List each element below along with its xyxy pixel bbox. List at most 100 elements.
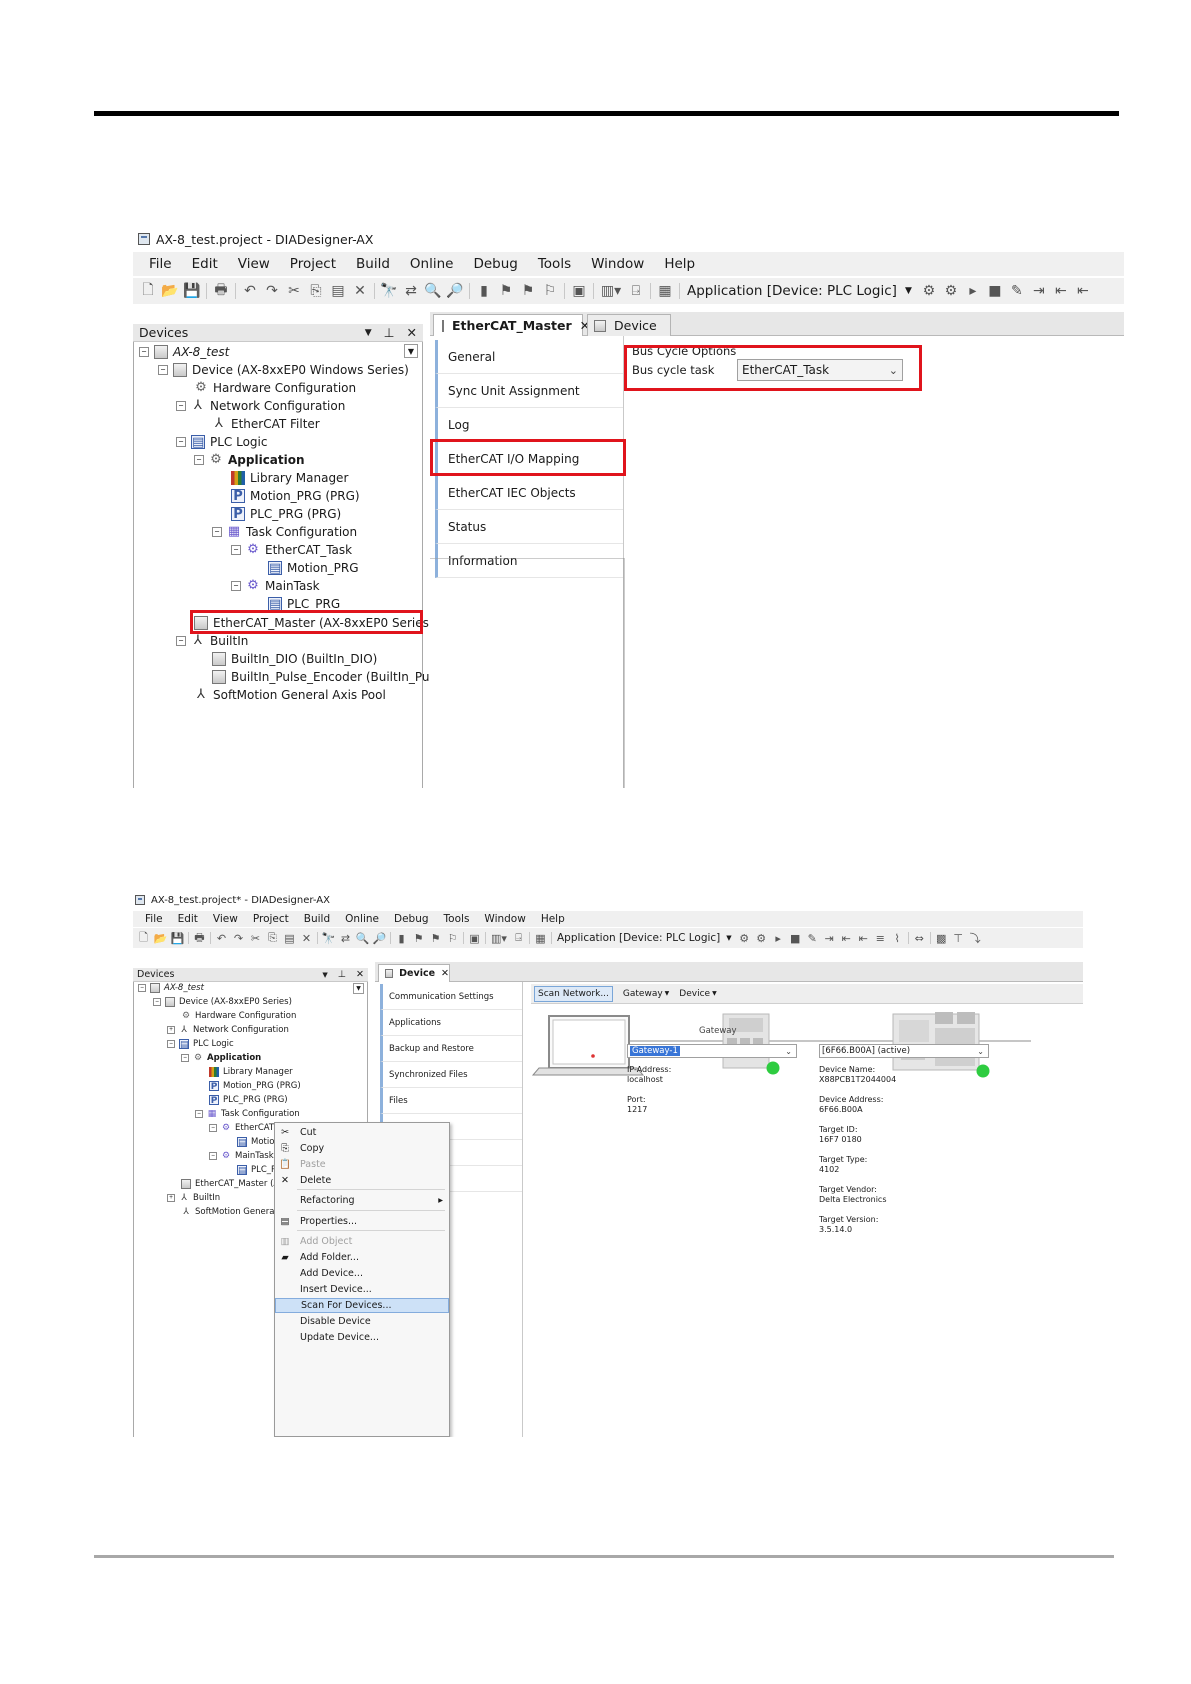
menu-build[interactable]: Build <box>304 913 330 925</box>
force-icon[interactable]: ⤵ <box>967 930 984 946</box>
export-icon[interactable]: ⍈ <box>625 283 647 299</box>
pane-menu-icon[interactable]: ▼ <box>322 971 327 979</box>
pane-menu-icon[interactable]: ▼ <box>365 328 372 338</box>
stop-icon[interactable]: ■ <box>984 283 1006 299</box>
find-icon[interactable]: 🔭 <box>378 283 400 299</box>
tree-scroll-dropdown-icon[interactable]: ▼ <box>353 983 364 994</box>
menu-view[interactable]: View <box>213 913 238 925</box>
reset-icon[interactable]: ✎ <box>1006 283 1028 299</box>
tree-item[interactable]: − ▦ Task Configuration <box>212 524 357 540</box>
tab-device[interactable]: Device <box>587 314 671 336</box>
tab-ethercat-master[interactable]: EtherCAT_Master ✕ <box>433 314 590 336</box>
tree-item[interactable]: − ⚙ MainTask <box>231 578 320 594</box>
delete-icon[interactable]: ✕ <box>298 932 315 945</box>
tree-item[interactable]: − ▦ Task Configuration <box>195 1108 300 1120</box>
undo-icon[interactable]: ↶ <box>213 932 230 945</box>
tree-item[interactable]: − AX-8_test <box>139 344 229 360</box>
collapse-icon[interactable]: − <box>176 401 186 411</box>
collapse-icon[interactable]: − <box>231 581 241 591</box>
close-icon[interactable]: ✕ <box>407 325 417 340</box>
layout-dropdown-icon[interactable]: ▥▾ <box>597 283 625 299</box>
menu-view[interactable]: View <box>238 256 270 272</box>
scan-network-button[interactable]: Scan Network... <box>534 985 613 1002</box>
menu-file[interactable]: File <box>149 256 172 272</box>
find-prev-icon[interactable]: 🔎 <box>371 932 388 945</box>
step-into-icon[interactable]: ⇤ <box>838 932 855 945</box>
find-next-icon[interactable]: 🔍 <box>354 932 371 945</box>
start-icon[interactable]: ▸ <box>770 932 787 945</box>
save-icon[interactable]: 💾 <box>181 283 203 299</box>
flow-icon[interactable]: ⇔ <box>911 932 928 945</box>
menu-debug[interactable]: Debug <box>394 913 429 925</box>
bookmark-icon[interactable]: ▮ <box>393 932 410 945</box>
expand-icon[interactable]: + <box>167 1026 175 1034</box>
tree-item[interactable]: ⚙ Hardware Configuration <box>181 1010 296 1022</box>
context-menu-item[interactable]: ✕ Delete <box>275 1173 449 1188</box>
tab-close-icon[interactable]: ✕ <box>441 968 449 979</box>
logout-icon[interactable]: ⚙ <box>753 932 770 945</box>
active-application-combo[interactable]: Application [Device: PLC Logic] ▼ <box>687 283 912 299</box>
tree-item[interactable]: − ▤ PLC Logic <box>167 1038 234 1050</box>
pin-icon[interactable]: ⊥ <box>338 969 346 980</box>
bookmark-clear-icon[interactable]: ⚐ <box>539 283 561 299</box>
tree-item[interactable]: − ⅄ Network Configuration <box>176 398 345 414</box>
compile-icon[interactable]: ▣ <box>466 932 483 945</box>
collapse-icon[interactable]: − <box>209 1124 217 1132</box>
monitor-icon[interactable]: ▩ <box>933 932 950 945</box>
print-icon[interactable]: 🖶 <box>191 929 208 948</box>
menu-window[interactable]: Window <box>591 256 644 272</box>
new-icon[interactable]: 🗋 <box>135 929 152 948</box>
step-out-icon[interactable]: ⇤ <box>1072 283 1094 299</box>
menu-file[interactable]: File <box>145 913 163 925</box>
context-menu-item[interactable]: ✂ Cut <box>275 1125 449 1140</box>
paste-icon[interactable]: ▤ <box>281 932 298 945</box>
layout-dropdown-icon[interactable]: ▥▾ <box>488 932 510 945</box>
find-icon[interactable]: 🔭 <box>320 932 337 945</box>
bookmark-prev-icon[interactable]: ⚑ <box>427 932 444 945</box>
nav-item[interactable]: Log <box>435 408 623 442</box>
export-icon[interactable]: ⍈ <box>510 931 527 945</box>
menu-edit[interactable]: Edit <box>192 256 218 272</box>
collapse-icon[interactable]: − <box>139 347 149 357</box>
menu-edit[interactable]: Edit <box>178 913 198 925</box>
step-over-icon[interactable]: ⇥ <box>1028 283 1050 299</box>
calendar-icon[interactable]: ▦ <box>532 932 549 945</box>
bookmark-next-icon[interactable]: ⚑ <box>410 932 427 945</box>
collapse-icon[interactable]: − <box>194 455 204 465</box>
device-select[interactable]: [6F66.B00A] (active) ⌄ <box>819 1044 989 1058</box>
tree-item[interactable]: + ⅄ BuiltIn <box>167 1192 220 1204</box>
bookmark-next-icon[interactable]: ⚑ <box>495 283 517 299</box>
tree-item[interactable]: ⚙ Hardware Configuration <box>194 380 356 396</box>
login-icon[interactable]: ⚙ <box>918 283 940 299</box>
collapse-icon[interactable]: − <box>209 1152 217 1160</box>
tree-item[interactable]: − ⅄ BuiltIn <box>176 633 248 649</box>
tree-item[interactable]: Library Manager <box>209 1066 293 1078</box>
context-menu-item[interactable]: Scan For Devices... <box>275 1298 449 1313</box>
tree-item[interactable]: − AX-8_test <box>138 982 204 994</box>
menu-online[interactable]: Online <box>345 913 379 925</box>
bookmark-icon[interactable]: ▮ <box>473 283 495 299</box>
nav-item[interactable]: Communication Settings <box>380 984 522 1010</box>
replace-icon[interactable]: ⇄ <box>337 932 354 945</box>
nav-item[interactable]: Sync Unit Assignment <box>435 374 623 408</box>
tree-item[interactable]: P PLC_PRG (PRG) <box>209 1094 288 1106</box>
expand-icon[interactable]: + <box>167 1194 175 1202</box>
tree-item[interactable]: ⅄ SoftMotion General Axis Pool <box>194 687 386 703</box>
menu-online[interactable]: Online <box>410 256 454 272</box>
find-prev-icon[interactable]: 🔎 <box>444 283 466 299</box>
gateway-menu-button[interactable]: Gateway <box>623 989 663 999</box>
collapse-icon[interactable]: − <box>138 984 146 992</box>
menu-project[interactable]: Project <box>290 256 336 272</box>
tree-item[interactable]: P Motion_PRG (PRG) <box>209 1080 301 1092</box>
calendar-icon[interactable]: ▦ <box>654 283 676 299</box>
new-icon[interactable]: 🗋 <box>137 279 159 303</box>
collapse-icon[interactable]: − <box>231 545 241 555</box>
collapse-icon[interactable]: − <box>153 998 161 1006</box>
tree-item[interactable]: ▤ Motion_PRG <box>268 560 359 576</box>
cut-icon[interactable]: ✂ <box>247 932 264 945</box>
nav-item[interactable]: Files <box>380 1088 522 1114</box>
pin-icon[interactable]: ⊥ <box>384 325 395 340</box>
step-out-icon[interactable]: ⇤ <box>855 932 872 945</box>
collapse-icon[interactable]: − <box>212 527 222 537</box>
tree-item[interactable]: Library Manager <box>231 470 348 486</box>
